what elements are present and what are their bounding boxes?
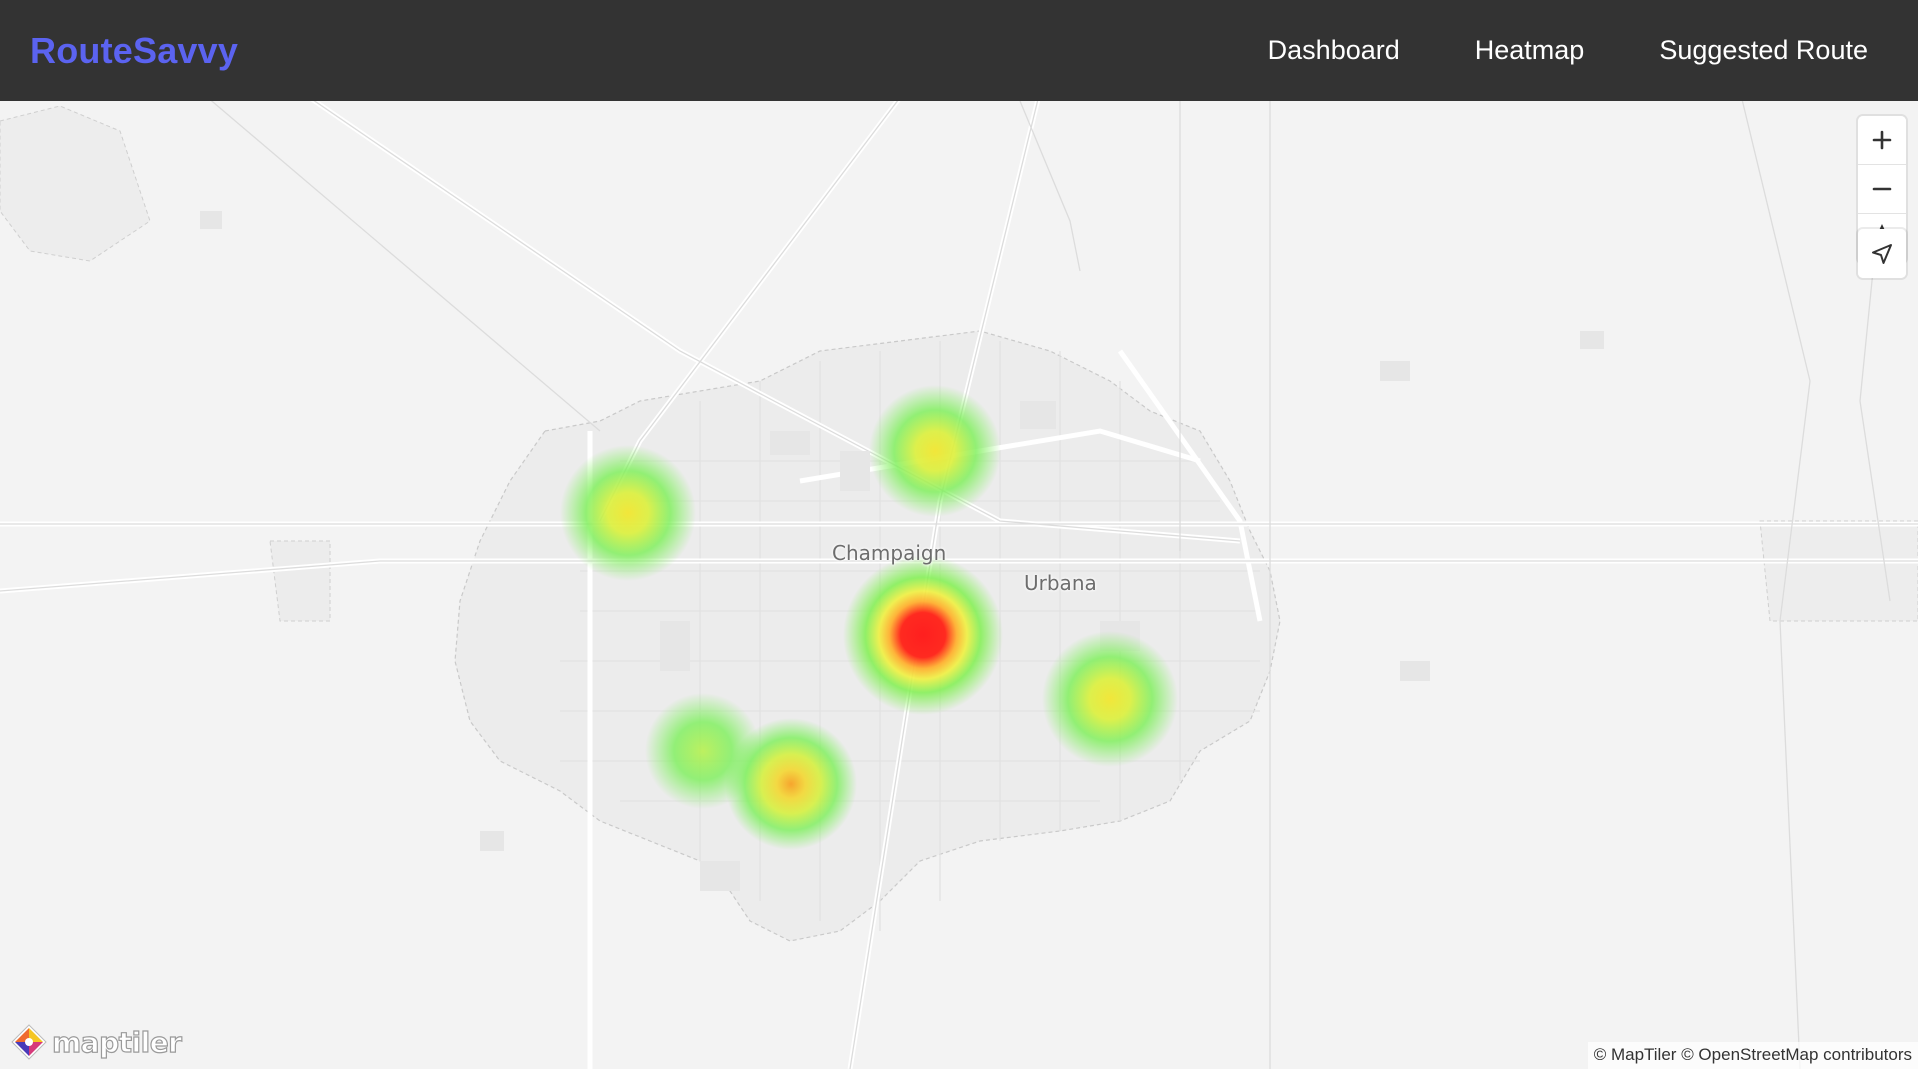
zoom-in-button[interactable] [1858,116,1906,165]
attribution-maptiler-link[interactable]: © MapTiler [1594,1045,1677,1064]
maptiler-logo-icon [11,1024,47,1060]
nav-link-heatmap[interactable]: Heatmap [1475,35,1585,66]
geolocate-control [1858,229,1906,278]
zoom-out-button[interactable] [1858,165,1906,214]
minus-icon [1872,187,1892,191]
geolocate-button[interactable] [1858,229,1906,278]
navigation-arrow-icon [1872,243,1892,264]
top-navbar: RouteSavvy Dashboard Heatmap Suggested R… [0,0,1918,101]
nav-link-suggested-route[interactable]: Suggested Route [1659,35,1868,66]
basemap-layer [0,101,1918,1069]
brand-logo-link[interactable]: RouteSavvy [30,30,238,72]
maptiler-logo[interactable]: maptiler [10,1023,183,1061]
maptiler-logo-text: maptiler [51,1025,182,1059]
main-nav: Dashboard Heatmap Suggested Route [1193,35,1868,66]
nav-link-dashboard[interactable]: Dashboard [1268,35,1400,66]
plus-icon [1872,130,1892,150]
map-label-urbana: Urbana [1024,571,1097,595]
map-attribution: © MapTiler © OpenStreetMap contributors [1587,1042,1918,1069]
map-canvas[interactable]: Champaign Urbana maptiler © MapTiler © O… [0,101,1918,1069]
map-label-champaign: Champaign [832,541,947,565]
attribution-osm-link[interactable]: © OpenStreetMap contributors [1681,1045,1912,1064]
